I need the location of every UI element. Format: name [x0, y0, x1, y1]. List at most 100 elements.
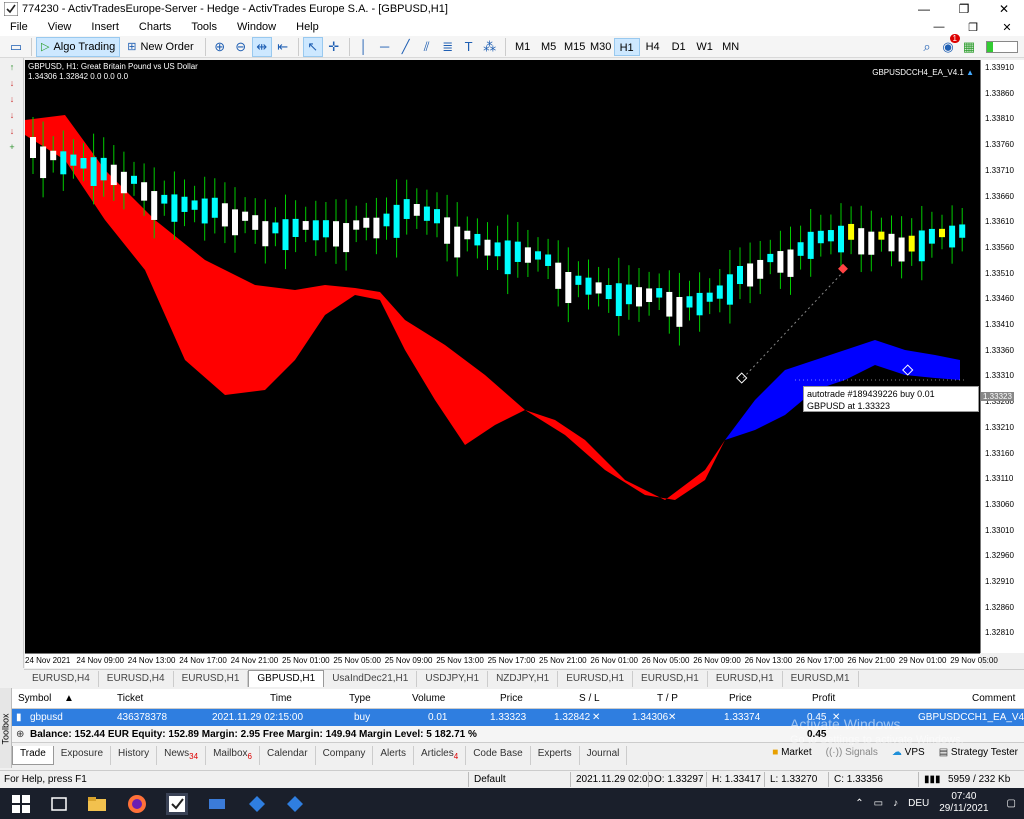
- vertical-line-icon[interactable]: │: [354, 37, 374, 57]
- maximize-button[interactable]: ❐: [944, 0, 984, 18]
- chart-tab[interactable]: EURUSD,H1: [558, 671, 634, 687]
- fibonacci-icon[interactable]: ≣: [438, 37, 458, 57]
- timeframe-h4[interactable]: H4: [640, 38, 666, 56]
- menu-view[interactable]: View: [38, 18, 82, 36]
- chart-tab[interactable]: EURUSD,M1: [783, 671, 859, 687]
- chart-tab[interactable]: EURUSD,H1: [174, 671, 249, 687]
- firefox-icon[interactable]: [126, 793, 148, 815]
- algo-trading-button[interactable]: ▷ Algo Trading: [36, 36, 121, 57]
- timeframe-m5[interactable]: M5: [536, 38, 562, 56]
- language-indicator[interactable]: DEU: [908, 798, 929, 809]
- col-tp[interactable]: T / P: [657, 693, 678, 704]
- mdi-restore-button[interactable]: ❐: [956, 21, 990, 34]
- cursor-icon[interactable]: ↖: [302, 36, 323, 57]
- task-view-icon[interactable]: [48, 793, 70, 815]
- col-comment[interactable]: Comment: [972, 693, 1015, 704]
- zoom-in-icon[interactable]: ⊕: [210, 37, 230, 57]
- time-axis[interactable]: 24 Nov 2021 24 Nov 09:00 24 Nov 13:00 24 No…: [25, 653, 998, 668]
- signals-link[interactable]: ((·)) Signals: [826, 747, 878, 758]
- sell-marker-icon[interactable]: ↓: [5, 108, 19, 122]
- timeframe-mn[interactable]: MN: [718, 38, 744, 56]
- sell-marker-icon[interactable]: ↓: [5, 124, 19, 138]
- chart-tab[interactable]: UsaIndDec21,H1: [324, 671, 418, 687]
- toolbox-tab-exposure[interactable]: Exposure: [54, 745, 112, 765]
- col-type[interactable]: Type: [349, 693, 371, 704]
- notifications-icon[interactable]: ◉ 1: [938, 33, 960, 57]
- chart-tab[interactable]: EURUSD,H4: [24, 671, 99, 687]
- col-symbol[interactable]: Symbol: [18, 693, 51, 704]
- add-icon[interactable]: +: [5, 140, 19, 154]
- expand-icon[interactable]: ⊕: [16, 729, 24, 740]
- col-price[interactable]: Price: [500, 693, 523, 704]
- mdi-close-button[interactable]: ✕: [990, 21, 1024, 34]
- menu-tools[interactable]: Tools: [181, 18, 227, 36]
- file-explorer-icon[interactable]: [86, 793, 108, 815]
- sell-marker-icon[interactable]: ↓: [5, 76, 19, 90]
- toolbox-tab-mailbox[interactable]: Mailbox6: [206, 745, 260, 765]
- buy-marker-icon[interactable]: ↑: [5, 60, 19, 74]
- menu-charts[interactable]: Charts: [129, 18, 181, 36]
- chart-tab[interactable]: EURUSD,H1: [633, 671, 708, 687]
- chevron-up-icon[interactable]: ⌃: [855, 798, 863, 809]
- status-profile[interactable]: Default: [474, 774, 506, 785]
- remote-desktop-icon[interactable]: [246, 793, 268, 815]
- close-button[interactable]: ✕: [984, 0, 1024, 18]
- autoscroll-icon[interactable]: ⇤: [273, 37, 293, 57]
- trendline-icon[interactable]: ╱: [396, 37, 416, 57]
- timeframe-m1[interactable]: M1: [510, 38, 536, 56]
- toolbox-label[interactable]: Toolbox: [0, 688, 12, 768]
- notification-center-icon[interactable]: ▢: [1007, 798, 1016, 809]
- menu-help[interactable]: Help: [286, 18, 329, 36]
- remove-sl-icon[interactable]: ✕: [592, 712, 600, 723]
- new-order-button[interactable]: ⊞ New Order: [122, 37, 198, 57]
- menu-file[interactable]: File: [0, 18, 38, 36]
- chart-tab[interactable]: GBPUSD,H1: [248, 670, 325, 687]
- remove-tp-icon[interactable]: ✕: [668, 712, 676, 723]
- shapes-icon[interactable]: ⁂: [480, 37, 500, 57]
- horizontal-line-icon[interactable]: ─: [375, 37, 395, 57]
- sell-marker-icon[interactable]: ↓: [5, 92, 19, 106]
- menu-window[interactable]: Window: [227, 18, 286, 36]
- toolbox-tab-alerts[interactable]: Alerts: [373, 745, 414, 765]
- chart-shift-icon[interactable]: ⇹: [251, 36, 272, 57]
- chart-tab[interactable]: EURUSD,H1: [708, 671, 783, 687]
- crosshair-icon[interactable]: ✛: [324, 37, 344, 57]
- network-icon[interactable]: ▭: [874, 798, 883, 809]
- timeframe-d1[interactable]: D1: [666, 38, 692, 56]
- col-sl[interactable]: S / L: [579, 693, 600, 704]
- channel-icon[interactable]: ⫽: [417, 37, 437, 57]
- col-time[interactable]: Time: [270, 693, 292, 704]
- menu-insert[interactable]: Insert: [81, 18, 129, 36]
- remote-desktop-icon[interactable]: [284, 793, 306, 815]
- toolbox-tab-journal[interactable]: Journal: [580, 745, 628, 765]
- col-profit[interactable]: Profit: [812, 693, 835, 704]
- timeframe-h1[interactable]: H1: [613, 37, 640, 56]
- strategy-tester-link[interactable]: ▤ Strategy Tester: [939, 747, 1018, 758]
- clock[interactable]: 07:40 29/11/2021: [939, 791, 988, 815]
- toolbox-tab-experts[interactable]: Experts: [531, 745, 580, 765]
- col-ticket[interactable]: Ticket: [117, 693, 143, 704]
- toolbox-tab-news[interactable]: News34: [157, 745, 207, 765]
- toolbox-tab-articles[interactable]: Articles4: [414, 745, 467, 765]
- toolbox-tab-calendar[interactable]: Calendar: [260, 745, 316, 765]
- timeframe-m15[interactable]: M15: [562, 38, 588, 56]
- timeframe-w1[interactable]: W1: [692, 38, 718, 56]
- text-tool-icon[interactable]: T: [459, 37, 479, 57]
- mdi-minimize-button[interactable]: —: [922, 21, 956, 34]
- new-chart-icon[interactable]: ▭: [6, 37, 26, 57]
- toolbox-tab-company[interactable]: Company: [316, 745, 374, 765]
- price-axis[interactable]: 1.33910 1.33860 1.33810 1.33760 1.33710 1.336…: [980, 60, 1024, 653]
- chart-tab[interactable]: EURUSD,H4: [99, 671, 174, 687]
- app-icon[interactable]: [206, 793, 228, 815]
- cell-tp[interactable]: 1.34306: [632, 712, 668, 723]
- price-chart[interactable]: GBPUSD, H1: Great Britain Pound vs US Do…: [25, 60, 980, 653]
- chart-canvas[interactable]: [25, 60, 980, 653]
- chart-tab[interactable]: NZDJPY,H1: [488, 671, 559, 687]
- col-volume[interactable]: Volume: [412, 693, 445, 704]
- volume-icon[interactable]: ♪: [893, 798, 898, 809]
- minimize-button[interactable]: —: [904, 0, 944, 18]
- timeframe-m30[interactable]: M30: [588, 38, 614, 56]
- toolbox-tab-history[interactable]: History: [111, 745, 158, 765]
- start-icon[interactable]: [10, 793, 32, 815]
- chart-tab[interactable]: USDJPY,H1: [417, 671, 489, 687]
